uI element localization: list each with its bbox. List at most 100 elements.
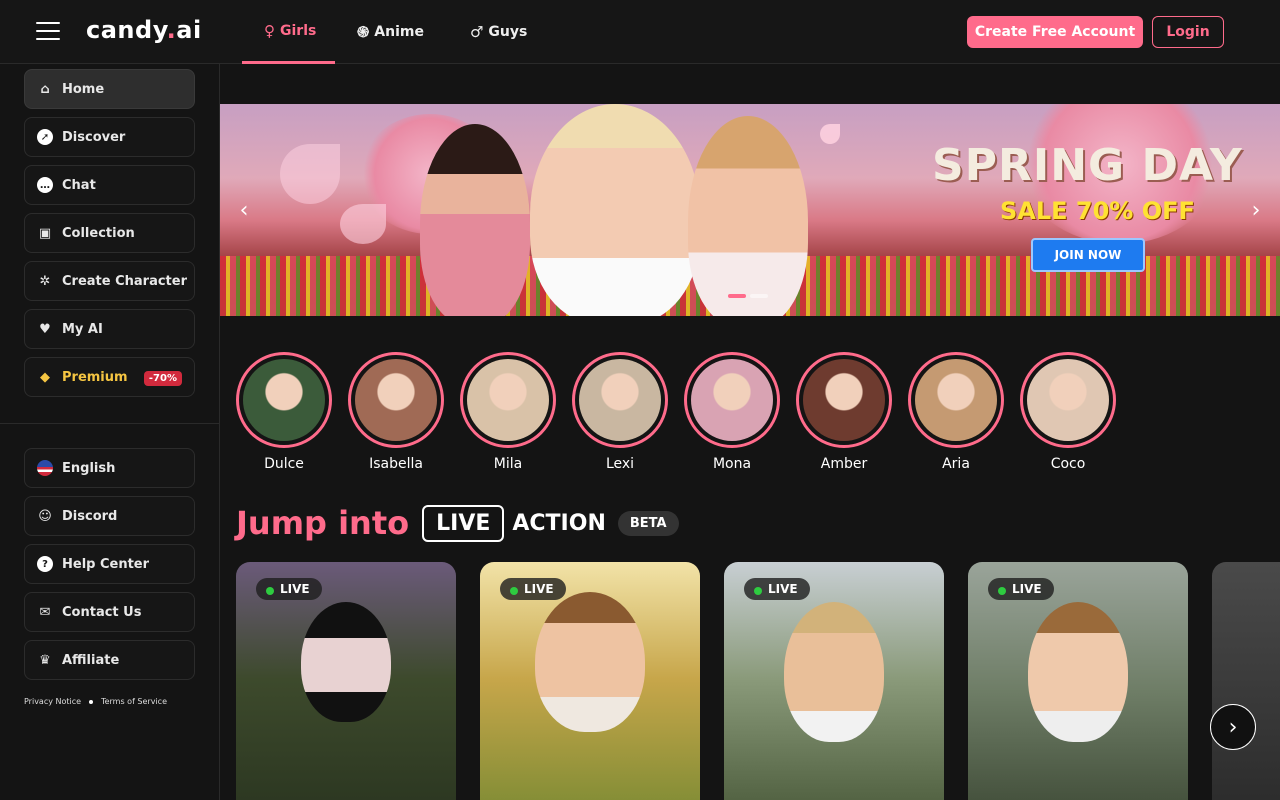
live-section-heading: Jump into LIVE ACTION BETA (236, 500, 679, 546)
heading-action: ACTION (512, 510, 606, 536)
tab-label: Anime (374, 24, 424, 40)
anime-icon: ֍ (357, 23, 370, 41)
story-name: Lexi (605, 456, 635, 472)
sidebar-item-label: English (62, 460, 116, 476)
story-name: Coco (1050, 456, 1086, 472)
avatar-ring (796, 352, 892, 448)
carousel-next-icon[interactable]: › (1210, 704, 1256, 750)
hamburger-menu-icon[interactable] (36, 22, 60, 42)
logo[interactable]: candy.ai (86, 16, 202, 44)
pagination-dot[interactable] (728, 294, 746, 298)
banner-prev-icon[interactable]: ‹ (232, 198, 256, 223)
sidebar-item-label: Premium (62, 369, 128, 385)
banner-subtitle: SALE 70% OFF (1000, 197, 1195, 225)
tab-label: Girls (280, 22, 317, 39)
create-account-button[interactable]: Create Free Account (967, 16, 1143, 48)
story-item[interactable]: Amber (796, 352, 892, 472)
male-icon: ♂ (469, 23, 484, 41)
contact-icon: ✉ (39, 604, 51, 620)
sidebar-item-discord[interactable]: ☺ Discord (24, 496, 195, 536)
avatar (243, 359, 325, 441)
card-image (784, 602, 884, 742)
live-card[interactable]: LIVE (480, 562, 700, 800)
banner-model (688, 116, 808, 316)
sidebar-item-label: Affiliate (62, 652, 120, 668)
pagination-dot[interactable] (750, 294, 768, 298)
discord-icon: ☺ (38, 508, 52, 524)
sidebar-item-create-character[interactable]: ✲ Create Character (24, 261, 195, 301)
story-item[interactable]: Coco (1020, 352, 1116, 472)
card-image (535, 592, 645, 732)
sidebar-item-label: My AI (62, 321, 103, 337)
sidebar-item-label: Discover (62, 129, 126, 145)
live-badge: LIVE (256, 578, 322, 600)
heart-icon: ♥ (39, 321, 51, 337)
terms-link[interactable]: Terms of Service (101, 697, 167, 706)
promo-banner[interactable]: ‹ › SPRING DAY SALE 70% OFF JOIN NOW (220, 104, 1280, 316)
avatar (467, 359, 549, 441)
avatar-ring (572, 352, 668, 448)
legal-links: Privacy Notice Terms of Service (24, 697, 167, 706)
avatar (579, 359, 661, 441)
avatar (355, 359, 437, 441)
story-item[interactable]: Mona (684, 352, 780, 472)
live-card[interactable]: LIVE (968, 562, 1188, 800)
avatar-ring (908, 352, 1004, 448)
top-bar: candy.ai ♀ Girls ֍ Anime ♂ Guys Create Free… (0, 0, 1280, 64)
category-tabs: ♀ Girls ֍ Anime ♂ Guys (242, 0, 551, 64)
character-stories: Dulce Isabella Mila Lexi Mona Amber Aria… (236, 352, 1132, 472)
privacy-link[interactable]: Privacy Notice (24, 697, 81, 706)
us-flag-icon (37, 460, 53, 476)
banner-pagination (728, 294, 772, 298)
sidebar-item-label: Help Center (62, 556, 150, 572)
join-now-button[interactable]: JOIN NOW (1031, 238, 1145, 272)
story-item[interactable]: Isabella (348, 352, 444, 472)
story-item[interactable]: Mila (460, 352, 556, 472)
story-item[interactable]: Lexi (572, 352, 668, 472)
banner-next-icon[interactable]: › (1244, 198, 1268, 223)
story-item[interactable]: Dulce (236, 352, 332, 472)
sidebar-item-premium[interactable]: ◆ Premium -70% (24, 357, 195, 397)
tab-girls[interactable]: ♀ Girls (242, 0, 335, 64)
sidebar-item-home[interactable]: ⌂ Home (24, 69, 195, 109)
sidebar-item-english[interactable]: English (24, 448, 195, 488)
sidebar-item-label: Collection (62, 225, 135, 241)
banner-petal (280, 144, 340, 204)
tab-guys[interactable]: ♂ Guys (448, 0, 551, 64)
card-image (301, 602, 391, 722)
home-icon: ⌂ (40, 81, 50, 97)
trophy-icon: ♛ (39, 652, 51, 668)
magic-wand-icon: ✲ (39, 273, 51, 289)
sidebar: ⌂ Home ➚ Discover … Chat ▣ Collection ✲ Creat… (0, 64, 220, 800)
avatar (691, 359, 773, 441)
sidebar-divider (0, 423, 219, 424)
sidebar-item-chat[interactable]: … Chat (24, 165, 195, 205)
sidebar-item-help-center[interactable]: ? Help Center (24, 544, 195, 584)
sidebar-item-my-ai[interactable]: ♥ My AI (24, 309, 195, 349)
compass-icon: ➚ (37, 129, 53, 145)
help-icon: ? (37, 556, 53, 572)
story-item[interactable]: Aria (908, 352, 1004, 472)
sidebar-item-discover[interactable]: ➚ Discover (24, 117, 195, 157)
sidebar-item-affiliate[interactable]: ♛ Affiliate (24, 640, 195, 680)
sidebar-item-label: Discord (62, 508, 118, 524)
heading-live: LIVE (422, 504, 505, 542)
login-button[interactable]: Login (1152, 16, 1224, 48)
avatar-ring (1020, 352, 1116, 448)
sidebar-item-contact-us[interactable]: ✉ Contact Us (24, 592, 195, 632)
logo-dot: . (166, 16, 177, 44)
tab-anime[interactable]: ֍ Anime (335, 0, 448, 64)
avatar-ring (348, 352, 444, 448)
female-icon: ♀ (264, 21, 275, 40)
live-badge: LIVE (744, 578, 810, 600)
live-card[interactable]: LIVE (236, 562, 456, 800)
story-name: Dulce (264, 456, 304, 472)
avatar-ring (460, 352, 556, 448)
live-card[interactable]: LIVE (724, 562, 944, 800)
sidebar-item-collection[interactable]: ▣ Collection (24, 213, 195, 253)
live-card-partial[interactable] (1212, 562, 1280, 800)
collection-icon: ▣ (38, 225, 52, 241)
diamond-icon: ◆ (40, 369, 50, 385)
tab-label: Guys (488, 24, 528, 40)
banner-title: SPRING DAY (932, 140, 1243, 191)
